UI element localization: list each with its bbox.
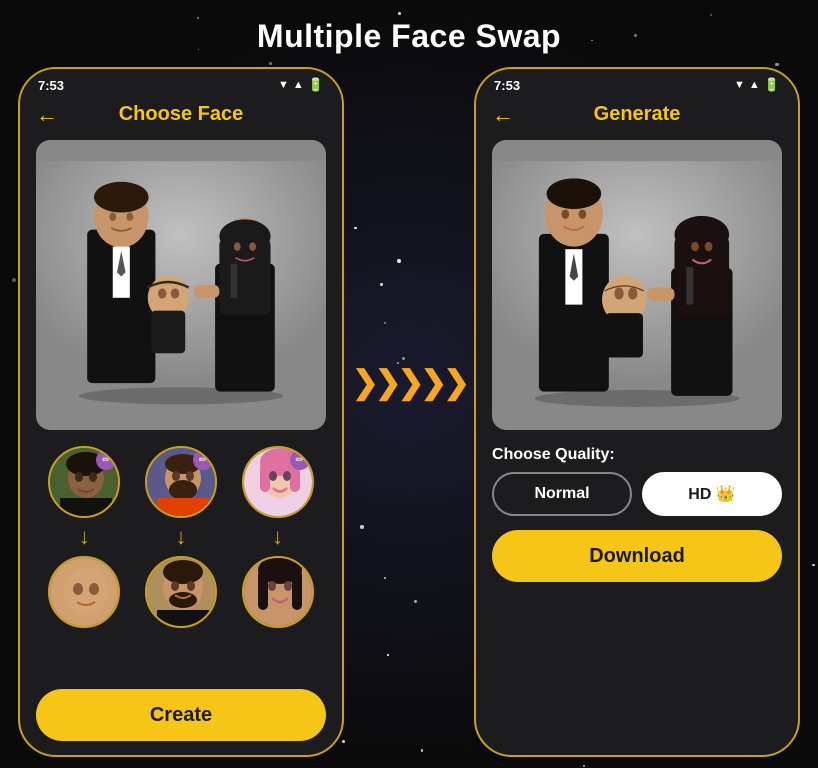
create-button[interactable]: Create — [36, 689, 326, 741]
hd-quality-label: HD 👑 — [688, 484, 735, 504]
left-status-icons: ▼ ▲ 🔋 — [278, 77, 324, 93]
battery-icon: 🔋 — [308, 77, 324, 93]
wifi-icon-right: ▲ — [749, 79, 760, 91]
create-button-label: Create — [150, 704, 212, 727]
right-time: 7:53 — [494, 78, 520, 93]
face-pair-2: ✏ ↓ — [145, 446, 217, 628]
right-status-icons: ▼ ▲ 🔋 — [734, 77, 780, 93]
quality-section: Choose Quality: Normal HD 👑 — [476, 436, 798, 522]
signal-icon-right: ▼ — [734, 79, 745, 91]
left-status-bar: 7:53 ▼ ▲ 🔋 — [20, 69, 342, 97]
face-pair-3: ✏ ↓ — [242, 446, 314, 628]
signal-icon: ▼ — [278, 79, 289, 91]
right-status-bar: 7:53 ▼ ▲ 🔋 — [476, 69, 798, 97]
right-main-photo — [492, 140, 782, 430]
phones-container: 7:53 ▼ ▲ 🔋 ← Choose Face — [0, 67, 818, 757]
source-face-2[interactable]: ✏ — [145, 446, 217, 518]
left-phone: 7:53 ▼ ▲ 🔋 ← Choose Face — [18, 67, 344, 757]
wifi-icon: ▲ — [293, 79, 304, 91]
right-family-photo-svg — [492, 140, 782, 430]
target-face-1 — [48, 556, 120, 628]
left-nav-title: Choose Face — [119, 103, 243, 126]
left-time: 7:53 — [38, 78, 64, 93]
arrow-between: ❯❯❯❯❯ — [344, 363, 474, 401]
download-button[interactable]: Download — [492, 530, 782, 582]
down-arrow-1: ↓ — [79, 524, 90, 550]
left-main-photo — [36, 140, 326, 430]
left-nav-bar: ← Choose Face — [20, 97, 342, 134]
down-arrow-3: ↓ — [272, 524, 283, 550]
face-mapping: ✏ ↓ — [20, 436, 342, 681]
right-phone: 7:53 ▼ ▲ 🔋 ← Generate — [474, 67, 800, 757]
source-face-3[interactable]: ✏ — [242, 446, 314, 518]
target-face-3 — [242, 556, 314, 628]
right-nav-bar: ← Generate — [476, 97, 798, 134]
down-arrow-2: ↓ — [175, 524, 186, 550]
left-back-button[interactable]: ← — [36, 102, 58, 128]
download-button-label: Download — [589, 545, 685, 568]
page-title: Multiple Face Swap — [0, 0, 818, 67]
forward-arrows-icon: ❯❯❯❯❯ — [352, 363, 466, 401]
edit-badge-3[interactable]: ✏ — [290, 450, 310, 470]
edit-badge-2[interactable]: ✏ — [193, 450, 213, 470]
battery-icon-right: 🔋 — [764, 77, 780, 93]
right-nav-title: Generate — [594, 103, 681, 126]
quality-options: Normal HD 👑 — [492, 472, 782, 516]
source-face-1[interactable]: ✏ — [48, 446, 120, 518]
right-back-button[interactable]: ← — [492, 102, 514, 128]
normal-quality-label: Normal — [534, 485, 589, 503]
left-family-photo-svg — [36, 140, 326, 430]
quality-label: Choose Quality: — [492, 446, 782, 464]
normal-quality-button[interactable]: Normal — [492, 472, 632, 516]
face-pair-1: ✏ ↓ — [48, 446, 120, 628]
hd-quality-button[interactable]: HD 👑 — [642, 472, 782, 516]
target-face-2 — [145, 556, 217, 628]
